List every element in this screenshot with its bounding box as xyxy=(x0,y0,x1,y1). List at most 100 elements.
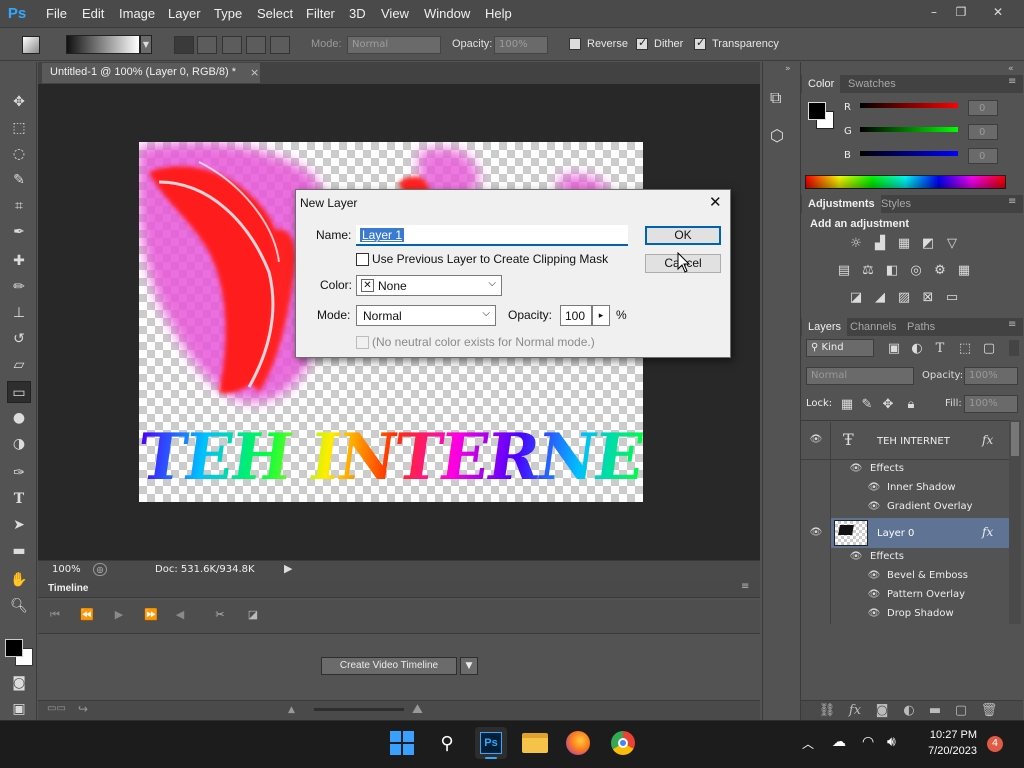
fill-input[interactable]: 100% xyxy=(964,395,1018,413)
effect-bevel-emboss[interactable]: Bevel & Emboss xyxy=(887,570,968,581)
adjustments-menu-icon[interactable]: ≡ xyxy=(1008,196,1016,207)
tab-swatches[interactable]: Swatches xyxy=(842,75,902,93)
dither-checkbox[interactable] xyxy=(636,36,648,50)
new-layer-icon[interactable]: ▢ xyxy=(952,703,970,719)
close-app-button[interactable]: ✕ xyxy=(985,2,1011,22)
invert-icon[interactable]: ◪ xyxy=(847,290,865,306)
firefox-icon[interactable] xyxy=(566,731,590,755)
dock-collapse-icon[interactable]: « xyxy=(1008,64,1014,74)
filter-pixel-icon[interactable]: ▣ xyxy=(885,341,903,357)
brightness-contrast-icon[interactable]: ☼ xyxy=(847,236,865,252)
color-foreground-swatch[interactable] xyxy=(808,102,826,120)
minimize-button[interactable]: – xyxy=(921,2,947,22)
show-hidden-icons-chevron-icon[interactable]: ︿ xyxy=(802,735,814,752)
quick-select-tool-icon[interactable]: ✎ xyxy=(7,169,31,191)
status-info-icon[interactable]: ◎ xyxy=(93,563,107,576)
volume-icon[interactable]: 🔊︎ xyxy=(887,734,896,750)
clone-stamp-tool-icon[interactable]: ⊥ xyxy=(7,302,31,324)
tab-color[interactable]: Color xyxy=(802,75,841,93)
add-mask-icon[interactable]: ◙ xyxy=(873,703,891,719)
effect-pattern-overlay[interactable]: Pattern Overlay xyxy=(887,589,965,600)
timeline-menu-icon[interactable]: ≡ xyxy=(741,581,749,592)
layers-menu-icon[interactable]: ≡ xyxy=(1008,319,1016,330)
zoom-level[interactable]: 100% xyxy=(52,564,81,575)
marquee-tool-icon[interactable]: ⬚ xyxy=(7,117,31,139)
filter-toggle[interactable] xyxy=(1009,340,1019,356)
lasso-tool-icon[interactable]: ◌ xyxy=(7,143,31,165)
selective-color-icon[interactable]: ⊠ xyxy=(919,290,937,306)
menu-window[interactable]: Window xyxy=(424,6,470,21)
audio-icon[interactable]: ◀ xyxy=(170,608,190,624)
layer-opacity-input[interactable]: 100% xyxy=(964,367,1018,385)
tab-paths[interactable]: Paths xyxy=(901,318,941,336)
filter-smart-object-icon[interactable]: ▢ xyxy=(980,341,998,357)
color-panel-menu-icon[interactable]: ≡ xyxy=(1008,76,1016,87)
tab-channels[interactable]: Channels xyxy=(844,318,902,336)
healing-brush-tool-icon[interactable]: ✚ xyxy=(7,250,31,272)
convert-icon[interactable]: ↪ xyxy=(78,702,88,716)
new-group-icon[interactable]: ▬ xyxy=(926,703,944,719)
effect-eye-icon[interactable]: 👁︎ xyxy=(866,570,882,581)
restore-button[interactable]: ❐ xyxy=(948,2,974,22)
radial-gradient-button[interactable] xyxy=(197,36,217,54)
layer-fx-icon[interactable]: fx xyxy=(982,525,993,539)
visibility-eye-icon[interactable]: 👁︎ xyxy=(808,434,824,445)
mode-select[interactable]: Normal xyxy=(347,36,441,54)
menu-type[interactable]: Type xyxy=(214,6,242,21)
path-selection-tool-icon[interactable]: ➤ xyxy=(7,514,31,536)
menu-image[interactable]: Image xyxy=(119,6,155,21)
color-lookup-icon[interactable]: ▦ xyxy=(955,263,973,279)
link-layers-icon[interactable]: ⛓ xyxy=(818,703,836,719)
lock-transparent-icon[interactable]: ▦ xyxy=(838,397,856,413)
clipping-mask-checkbox[interactable] xyxy=(356,253,369,266)
properties-panel-icon[interactable]: ⬡ xyxy=(770,126,784,145)
shape-tool-icon[interactable]: ▬ xyxy=(7,540,31,562)
filter-adjustment-icon[interactable]: ◐ xyxy=(908,341,926,357)
effect-eye-icon[interactable]: 👁︎ xyxy=(866,482,882,493)
menu-help[interactable]: Help xyxy=(485,6,512,21)
gradient-dropdown-icon[interactable]: ▼ xyxy=(140,35,152,54)
layer-name[interactable]: Layer 0 xyxy=(877,528,914,539)
timeline-zoom-slider[interactable] xyxy=(314,708,404,711)
angle-gradient-button[interactable] xyxy=(222,36,242,54)
opacity-slider-arrow-icon[interactable]: ▸ xyxy=(592,305,610,326)
taskbar-time[interactable]: 10:27 PM xyxy=(925,729,977,741)
color-select[interactable]: ✕ None ⌵ xyxy=(356,275,502,296)
gradient-picker[interactable] xyxy=(66,35,140,54)
status-arrow-icon[interactable]: ▶ xyxy=(284,562,292,575)
notification-badge[interactable]: 4 xyxy=(987,736,1003,752)
hand-tool-icon[interactable]: ✋ xyxy=(7,569,31,591)
effect-eye-icon[interactable]: 👁︎ xyxy=(866,501,882,512)
blend-mode-select[interactable]: Normal xyxy=(806,367,914,385)
lock-all-icon[interactable]: 🔒︎ xyxy=(902,397,920,413)
effect-inner-shadow[interactable]: Inner Shadow xyxy=(887,482,956,493)
wifi-icon[interactable]: ◠ xyxy=(862,734,874,750)
blur-tool-icon[interactable]: ● xyxy=(7,407,31,429)
tab-adjustments[interactable]: Adjustments xyxy=(802,195,881,213)
taskbar-photoshop-item[interactable]: Ps xyxy=(475,727,507,759)
channel-r-slider[interactable] xyxy=(860,103,958,108)
zoom-tool-icon[interactable]: 🔍︎ xyxy=(7,595,31,617)
menu-layer[interactable]: Layer xyxy=(168,6,201,21)
effect-eye-icon[interactable]: 👁︎ xyxy=(866,589,882,600)
effects-eye-icon[interactable]: 👁︎ xyxy=(848,463,864,474)
dialog-close-icon[interactable]: ✕ xyxy=(709,193,722,211)
vibrance-icon[interactable]: ▽ xyxy=(943,236,961,252)
effect-gradient-overlay[interactable]: Gradient Overlay xyxy=(887,501,973,512)
delete-layer-icon[interactable]: 🗑︎ xyxy=(980,703,998,719)
channel-b-input[interactable]: 0 xyxy=(968,148,998,164)
crop-tool-icon[interactable]: ⌗ xyxy=(7,195,31,217)
history-panel-icon[interactable]: ⧉ xyxy=(770,88,781,108)
filter-shape-icon[interactable]: ⬚ xyxy=(956,341,974,357)
name-input[interactable]: Layer 1 xyxy=(356,225,628,246)
menu-edit[interactable]: Edit xyxy=(82,6,104,21)
network-off-icon[interactable]: ☁ xyxy=(832,734,846,750)
tab-styles[interactable]: Styles xyxy=(875,195,917,213)
reflected-gradient-button[interactable] xyxy=(246,36,266,54)
first-frame-icon[interactable]: ⏮ xyxy=(45,608,65,624)
lock-image-icon[interactable]: ✎ xyxy=(858,397,876,413)
layer-filter-kind[interactable]: ⚲ Kind xyxy=(806,339,874,357)
chrome-icon[interactable] xyxy=(611,731,635,755)
screen-mode-icon[interactable]: ▣ xyxy=(7,698,31,720)
mini-dock-collapse-icon[interactable]: » xyxy=(785,64,791,74)
